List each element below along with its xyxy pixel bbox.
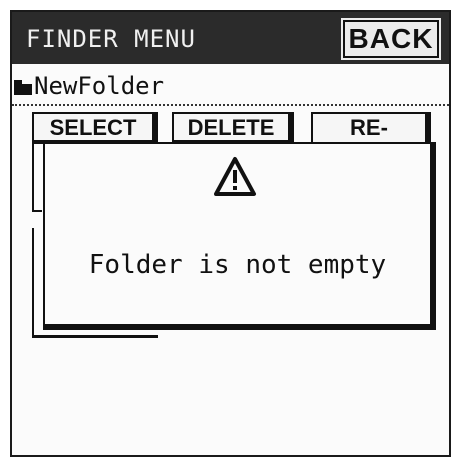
- select-button[interactable]: SELECT: [32, 112, 158, 144]
- hidden-button-edge: [32, 142, 42, 212]
- folder-name: NewFolder: [34, 72, 165, 100]
- back-button-label: BACK: [348, 23, 434, 54]
- current-folder-path: NewFolder: [12, 70, 449, 106]
- warning-icon: [214, 157, 256, 196]
- select-button-label: SELECT: [49, 115, 137, 140]
- screen-title: FINDER MENU: [26, 25, 196, 53]
- delete-button[interactable]: DELETE: [172, 112, 294, 144]
- dialog-message: Folder is not empty: [88, 250, 387, 280]
- rename-button[interactable]: RE-: [311, 112, 431, 146]
- back-button[interactable]: BACK: [341, 18, 441, 60]
- rename-button-label: RE-: [350, 115, 388, 140]
- error-dialog: Folder is not empty: [43, 142, 436, 330]
- delete-button-label: DELETE: [187, 115, 275, 140]
- title-bar: FINDER MENU BACK: [12, 12, 449, 64]
- finder-screen: FINDER MENU BACK NewFolder SELECT DELETE…: [10, 10, 451, 457]
- folder-icon: [14, 80, 32, 95]
